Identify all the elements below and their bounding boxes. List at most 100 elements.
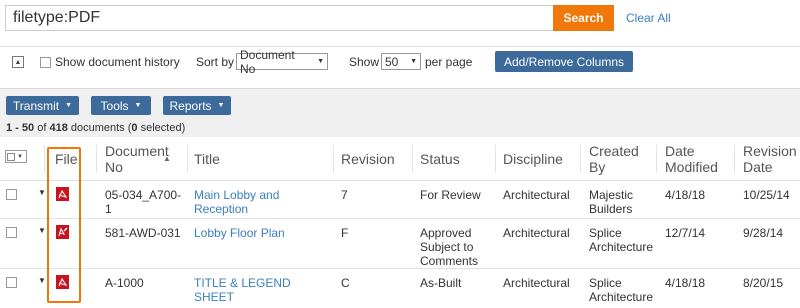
document-no: 581-AWD-031 [105,226,181,240]
column-divider [734,145,735,173]
chevron-down-icon: ▼ [410,58,417,65]
clear-all-link[interactable]: Clear All [626,11,671,25]
checkbox-icon [7,152,15,161]
search-input[interactable] [5,5,553,31]
results-total: 418 [49,122,68,134]
results-of: of [37,122,47,134]
results-range: 1 - 50 [6,122,35,134]
collapse-icon[interactable]: ▲ [12,56,24,68]
chevron-down-icon: ▼ [317,58,324,65]
discipline: Architectural [503,188,570,202]
per-page-label: per page [425,55,473,69]
date-modified: 12/7/14 [665,226,706,240]
column-header-revision-date[interactable]: Revision Date [743,137,799,181]
header-label: Revision [341,151,395,167]
revision-date: 9/28/14 [743,226,784,240]
document-title-link[interactable]: TITLE & LEGEND SHEET [194,276,294,304]
revision-date: 8/20/15 [743,276,784,290]
column-header-file[interactable]: File [55,137,78,181]
date-modified: 4/18/18 [665,276,706,290]
show-history-label: Show document history [55,55,180,69]
column-header-created-by[interactable]: Created By [589,137,649,181]
column-divider [44,145,45,173]
options-toolbar: ▲ Show document history Sort by Document… [0,46,800,76]
revision-date: 10/25/14 [743,188,790,202]
column-divider [187,145,188,173]
header-label: Date Modified [665,143,718,175]
expand-row-icon[interactable]: ▼ [38,276,46,285]
show-history-checkbox[interactable] [40,57,51,68]
results-summary: 1 - 50 of 418 documents (0 selected) [6,122,186,134]
sort-by-value: Document No [240,47,295,76]
column-divider [580,145,581,173]
action-band: Transmit ▼ Tools ▼ Reports ▼ 1 - 50 of 4… [0,88,800,137]
reports-label: Reports [169,98,212,113]
search-button[interactable]: Search [553,5,614,31]
document-no: A-1000 [105,276,144,290]
status: For Review [420,188,481,202]
row-checkbox[interactable] [6,227,17,238]
chevron-down-icon: ▼ [65,102,73,109]
column-divider [96,145,97,173]
expand-row-icon[interactable]: ▼ [38,188,46,197]
row-checkbox[interactable] [6,189,17,200]
header-label: Title [194,151,220,167]
column-header-status[interactable]: Status [420,137,460,181]
sort-ascending-icon: ▲ [163,154,171,163]
chevron-down-icon: ▼ [217,102,225,109]
column-header-document-no[interactable]: Document No ▲ [105,137,185,181]
show-label: Show [349,55,380,69]
header-label: Created By [589,143,639,175]
column-divider [495,145,496,173]
date-modified: 4/18/18 [665,188,706,202]
transmit-button[interactable]: Transmit ▼ [6,96,79,115]
created-by: Splice Architecture [589,276,654,304]
document-title-link[interactable]: Lobby Floor Plan [194,226,324,240]
created-by: Majestic Builders [589,188,634,216]
discipline: Architectural [503,276,570,290]
pdf-icon[interactable] [56,275,69,289]
status: Approved Subject to Comments [420,226,479,268]
chevron-down-icon: ▼ [134,102,142,109]
expand-row-icon[interactable]: ▼ [38,226,46,235]
column-header-title[interactable]: Title [194,137,220,181]
sort-by-label: Sort by [196,55,235,69]
document-title-link[interactable]: Main Lobby and Reception [194,188,294,216]
table-row[interactable]: ▼ A-1000 TITLE & LEGEND SHEET C As-Built… [0,269,800,308]
table-row[interactable]: ▼ 05-034_A700-1 Main Lobby and Reception… [0,181,800,219]
sort-by-select[interactable]: Document No ▼ [236,48,328,76]
selected-count: 0 [131,122,138,134]
column-divider [656,145,657,173]
transmit-label: Transmit [12,98,60,113]
documents-table: ▼ File Document No ▲ Title Revision Stat… [0,137,800,308]
column-header-revision[interactable]: Revision [341,137,395,181]
pdf-edit-icon[interactable] [56,225,69,239]
tools-label: Tools [100,98,129,113]
add-remove-columns-button[interactable]: Add/Remove Columns [495,51,633,72]
discipline: Architectural [503,226,570,240]
header-label: Discipline [503,151,563,167]
selected-text: selected [140,122,182,134]
table-row[interactable]: ▼ 581-AWD-031 Lobby Floor Plan F Approve… [0,219,800,269]
table-header: ▼ File Document No ▲ Title Revision Stat… [0,137,800,181]
header-label: File [55,151,78,167]
select-all-checkbox[interactable]: ▼ [5,150,27,163]
search-bar: Search Clear All [0,0,800,36]
revision: 7 [341,188,348,202]
created-by: Splice Architecture [589,226,654,254]
row-checkbox[interactable] [6,277,17,288]
header-label: Revision Date [743,143,797,175]
pdf-icon[interactable] [56,187,69,201]
page-size-value: 50 [385,54,399,69]
header-label: Status [420,151,460,167]
column-header-date-modified[interactable]: Date Modified [665,137,727,181]
revision: C [341,276,350,290]
column-divider [412,145,413,173]
status: As-Built [420,276,462,290]
page-size-select[interactable]: 50 ▼ [381,53,421,70]
column-header-discipline[interactable]: Discipline [503,137,563,181]
reports-button[interactable]: Reports ▼ [163,96,231,115]
chevron-down-icon: ▼ [17,153,23,160]
revision: F [341,226,349,240]
tools-button[interactable]: Tools ▼ [91,96,151,115]
